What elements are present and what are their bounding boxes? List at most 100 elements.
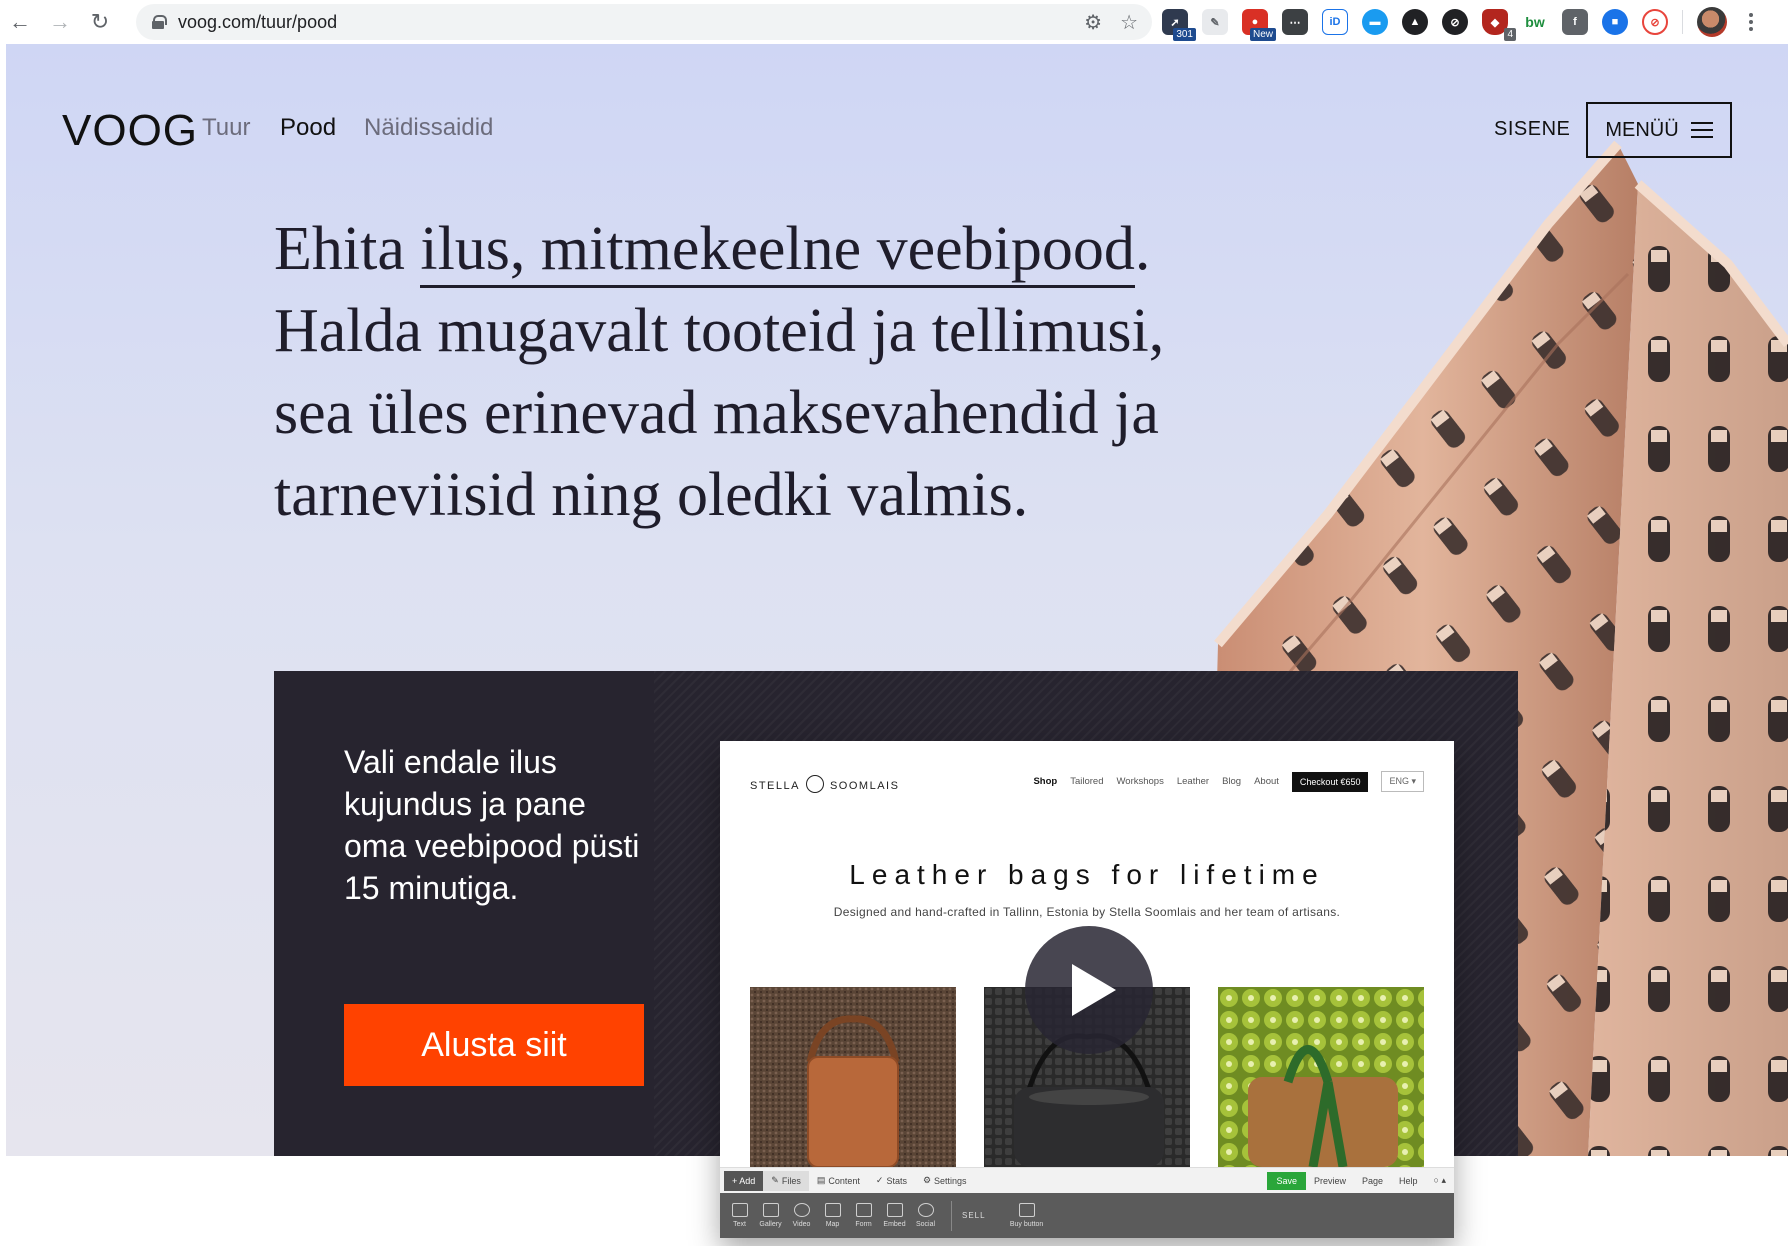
back-arrow-icon[interactable]: ← — [0, 0, 40, 44]
login-link[interactable]: SISENE — [1494, 118, 1570, 141]
web-page: VOOG Tuur Pood Näidissaidid SISENE MENÜÜ… — [6, 44, 1788, 1246]
screenshot-icon[interactable]: ✎ — [1202, 9, 1228, 35]
nav-tuur[interactable]: Tuur — [202, 114, 250, 142]
nav-naidissaidid[interactable]: Näidissaidid — [364, 114, 493, 142]
preview-files-label: Files — [781, 1175, 801, 1186]
hamburger-icon — [1690, 122, 1713, 138]
preview-book-icon: ▤ — [816, 1175, 826, 1185]
preview-stats-icon: ✓ — [875, 1175, 884, 1185]
buy-button-tool-icon — [1018, 1203, 1035, 1217]
preview-files-icon: ✎ — [771, 1175, 779, 1185]
voog-logo[interactable]: VOOG — [62, 106, 198, 156]
product-image-kiwi-bag — [1218, 987, 1424, 1167]
preview-gear-icon: ⚙ — [922, 1175, 932, 1185]
map-tool-icon — [824, 1203, 841, 1217]
preview-tools-bar: Text Gallery Video Map Form Embed Social… — [720, 1193, 1454, 1238]
embed-tool-icon — [886, 1203, 903, 1217]
preview-settings: ⚙ Settings — [915, 1168, 975, 1194]
browser-toolbar: ← → ↻ voog.com/tuur/pood ⚙ ☆ ➚ 301 ✎ ● New… — [0, 0, 1788, 44]
preview-tool-video: Video — [786, 1203, 817, 1228]
id-ext-icon[interactable]: iD — [1322, 9, 1348, 35]
tool-label: Video — [792, 1221, 811, 1228]
headline-text: Ehita — [274, 215, 421, 283]
preview-checkout: Checkout €650 — [1291, 771, 1369, 792]
preview-nav-tailored: Tailored — [1070, 776, 1104, 787]
preview-title: Leather bags for lifetime — [849, 859, 1325, 890]
preview-subtitle: Designed and hand-crafted in Tallinn, Es… — [833, 905, 1341, 919]
preview-logo: STELLA SOOMLAIS — [750, 775, 900, 795]
preview-tool-text: Text — [724, 1203, 755, 1228]
redirect-path-icon[interactable]: ➚ 301 — [1162, 9, 1196, 41]
preview-tool-gallery: Gallery — [755, 1203, 786, 1228]
preview-editor-toolbar: + Add ✎ Files ▤ Content ✓ Stats ⚙ Settings S… — [720, 1167, 1454, 1193]
facebook-ext-icon[interactable]: f — [1562, 9, 1588, 35]
chat-ext-icon[interactable]: ▬ — [1362, 9, 1388, 35]
profile-avatar[interactable] — [1697, 7, 1727, 37]
translate-blocked-icon[interactable]: ⚙ — [1084, 10, 1102, 35]
form-tool-icon — [855, 1203, 872, 1217]
address-url[interactable]: voog.com/tuur/pood — [178, 12, 337, 33]
product-image-backpack — [750, 987, 956, 1167]
nav-pood[interactable]: Pood — [280, 114, 336, 142]
browser-menu-icon[interactable] — [1741, 0, 1761, 44]
preview-tool-form: Form — [848, 1203, 879, 1228]
dots-ext-icon[interactable]: ⋯ — [1282, 9, 1308, 35]
preview-nav: Shop Tailored Workshops Leather Blog Abo… — [1033, 771, 1424, 792]
block-ext-icon[interactable]: ⊘ — [1442, 9, 1468, 35]
preview-files: ✎ Files — [763, 1170, 809, 1191]
video-ext-icon[interactable]: ■ — [1602, 9, 1628, 35]
preview-logo-right: SOOMLAIS — [829, 779, 900, 792]
no-track-ext-icon[interactable]: ⊘ — [1642, 9, 1668, 35]
forward-arrow-icon[interactable]: → — [40, 0, 80, 44]
bw-ext-icon[interactable]: bw — [1522, 9, 1548, 35]
preview-save: Save — [1267, 1171, 1306, 1190]
fire-ext-icon[interactable]: ▲ — [1402, 9, 1428, 35]
preview-stats: ✓ Stats — [868, 1168, 915, 1194]
preview-stats-label: Stats — [886, 1175, 907, 1186]
preview-preview: Preview — [1313, 1175, 1346, 1186]
preview-tool-map: Map — [817, 1203, 848, 1228]
address-bar[interactable]: voog.com/tuur/pood ⚙ ☆ — [136, 4, 1152, 40]
preview-help: Help — [1399, 1175, 1418, 1186]
tool-label: Social — [915, 1221, 936, 1228]
tool-label: Map — [825, 1221, 840, 1228]
text-tool-icon — [731, 1203, 748, 1217]
headline-line-2: Halda mugavalt tooteid ja tellimusi, — [274, 297, 1165, 365]
preview-content-label: Content — [828, 1175, 860, 1186]
headline-line-3: sea üles erinevad maksevahendid ja — [274, 379, 1159, 447]
gallery-tool-icon — [762, 1203, 779, 1217]
lock-icon — [152, 15, 167, 29]
preview-nav-blog: Blog — [1222, 776, 1242, 787]
start-here-button[interactable]: Alusta siit — [344, 1004, 644, 1086]
preview-add: + Add — [724, 1170, 764, 1191]
menu-button-label: MENÜÜ — [1605, 118, 1679, 141]
menu-button[interactable]: MENÜÜ — [1586, 102, 1732, 158]
preview-content: ▤ Content — [809, 1168, 868, 1194]
hero-headline: Ehita ilus, mitmekeelne veebipood. Halda… — [274, 208, 1254, 536]
toolbar-divider — [1682, 10, 1683, 34]
ublock-icon[interactable]: ◆ 4 — [1482, 9, 1516, 41]
preview-header: STELLA SOOMLAIS Shop Tailored Workshops L… — [720, 741, 1454, 821]
extensions-bar: ➚ 301 ✎ ● New ⋯ iD ▬ ▲ ⊘ ◆ 4 bw f ■ ⊘ — [1162, 0, 1761, 44]
preview-logo-left: STELLA — [750, 779, 800, 792]
headline-period: . — [1134, 215, 1151, 283]
headline-line-4: tarneviisid ning oledki valmis. — [274, 461, 1029, 529]
preview-page: Page — [1361, 1175, 1384, 1186]
video-tool-icon — [793, 1203, 810, 1217]
tool-label: Form — [855, 1221, 872, 1228]
tool-label: Buy button — [1009, 1221, 1044, 1228]
colorzilla-icon[interactable]: ● New — [1242, 9, 1276, 41]
play-video-icon[interactable] — [1025, 926, 1153, 1054]
tool-label: Embed — [883, 1221, 906, 1228]
tools-divider — [951, 1200, 952, 1231]
bookmark-star-icon[interactable]: ☆ — [1120, 10, 1138, 35]
promo-text: Vali endale ilus kujundus ja pane oma ve… — [344, 744, 640, 906]
preview-nav-leather: Leather — [1176, 776, 1210, 787]
tool-label: Text — [733, 1221, 746, 1228]
tool-label: Gallery — [759, 1221, 782, 1228]
preview-tool-embed: Embed — [879, 1203, 910, 1228]
reload-icon[interactable]: ↻ — [80, 0, 120, 44]
editor-preview-video[interactable]: STELLA SOOMLAIS Shop Tailored Workshops L… — [720, 741, 1454, 1238]
preview-nav-shop: Shop — [1033, 776, 1058, 787]
preview-nav-workshops: Workshops — [1116, 776, 1164, 787]
